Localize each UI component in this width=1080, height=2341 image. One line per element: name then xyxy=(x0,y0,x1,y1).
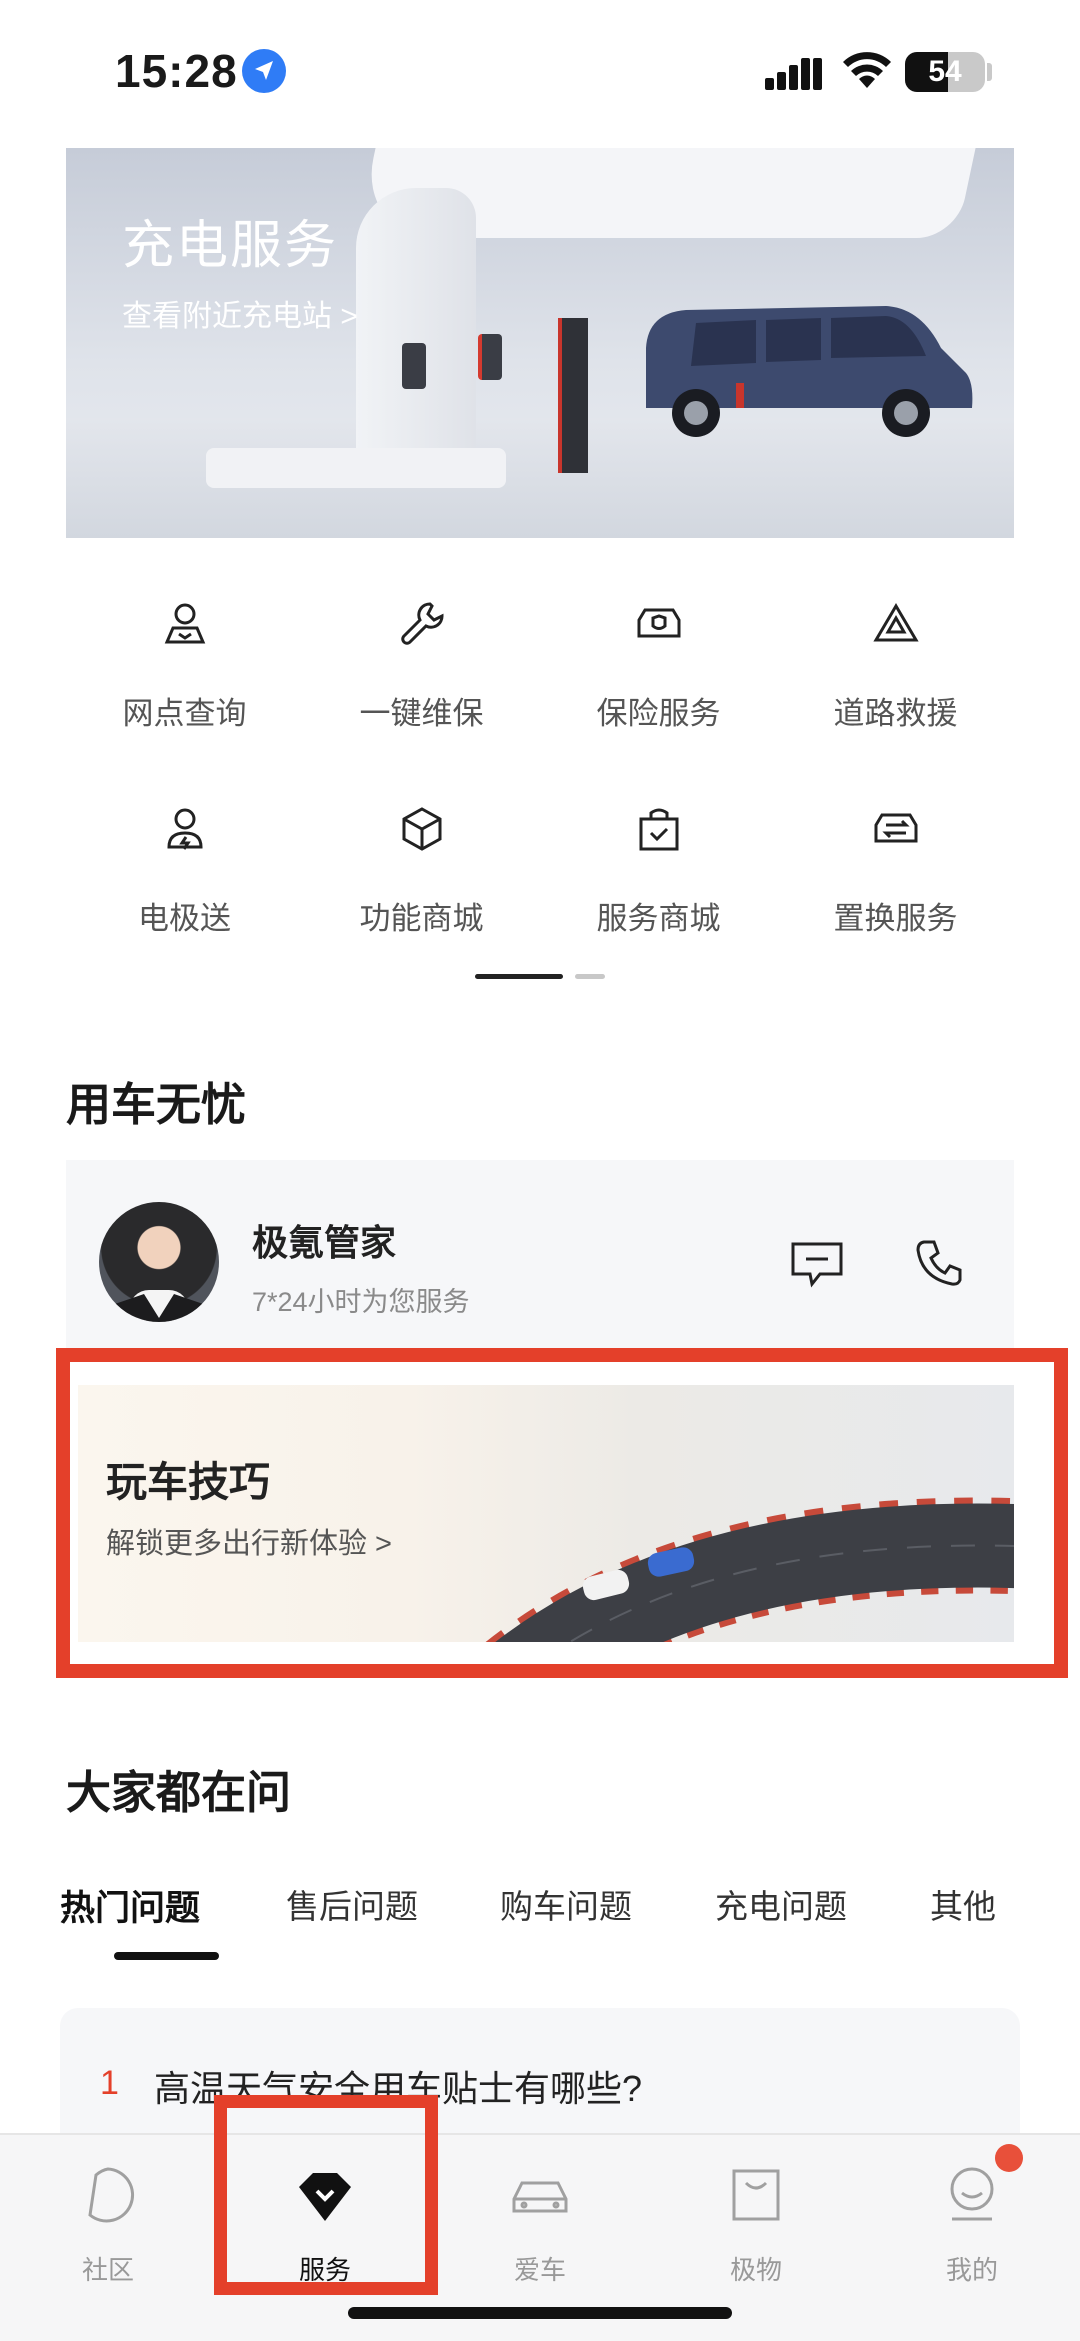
nearby-stations-link[interactable]: 查看附近充电站 > xyxy=(122,291,358,335)
banner-title: 充电服务 xyxy=(122,217,339,275)
battery-percent: 54 xyxy=(928,55,962,88)
car-icon xyxy=(512,2181,568,2213)
wifi-icon xyxy=(843,52,891,88)
service-label: 服务商城 xyxy=(596,901,721,936)
service-label: 功能商城 xyxy=(359,901,484,936)
battery-indicator: 54 xyxy=(905,52,985,92)
service-insurance[interactable]: 保险服务 xyxy=(540,580,777,740)
faq-title: 大家都在问 xyxy=(66,1767,292,1818)
wrench-icon xyxy=(401,602,444,645)
van-image xyxy=(646,306,973,437)
tab-other[interactable]: 其他 xyxy=(930,1880,996,1928)
page-indicator xyxy=(475,974,605,980)
community-icon xyxy=(88,2167,135,2223)
worry-free-title: 用车无忧 xyxy=(66,1079,247,1130)
nav-profile[interactable]: 我的 xyxy=(892,2155,1052,2285)
nav-label: 社区 xyxy=(81,2255,134,2285)
service-courier[interactable]: 电极送 xyxy=(66,785,303,945)
service-label: 网点查询 xyxy=(122,696,247,731)
page-dot-active xyxy=(475,974,563,979)
service-road-rescue[interactable]: 道路救援 xyxy=(777,580,1014,740)
nav-shop[interactable]: 极物 xyxy=(676,2155,836,2285)
phone-icon[interactable] xyxy=(914,1238,964,1288)
shopping-bag-icon xyxy=(639,808,679,851)
charger-unit xyxy=(402,343,426,389)
location-person-icon xyxy=(164,603,206,644)
nav-label: 我的 xyxy=(945,2255,998,2285)
service-service-mall[interactable]: 服务商城 xyxy=(540,785,777,945)
service-trade-in[interactable]: 置换服务 xyxy=(777,785,1014,945)
service-tab-highlight-box xyxy=(214,2095,438,2295)
butler-card[interactable]: 极氪管家 7*24小时为您服务 xyxy=(66,1160,1014,1350)
service-label: 道路救援 xyxy=(833,696,958,731)
nav-community[interactable]: 社区 xyxy=(28,2155,188,2285)
service-label: 置换服务 xyxy=(833,901,958,936)
service-label: 一键维保 xyxy=(359,696,484,731)
battery-tip xyxy=(987,63,992,81)
tab-active-indicator xyxy=(114,1952,219,1960)
butler-subtitle: 7*24小时为您服务 xyxy=(252,1287,470,1317)
car-shield-icon xyxy=(637,608,681,638)
status-bar: 15:28 54 xyxy=(0,0,1080,140)
charger-unit xyxy=(478,334,502,380)
car-swap-icon xyxy=(874,813,918,843)
message-icon[interactable] xyxy=(790,1240,844,1288)
service-label: 保险服务 xyxy=(596,696,721,731)
faq-rank: 1 xyxy=(100,2064,119,2102)
nav-label: 爱车 xyxy=(513,2255,566,2285)
home-indicator[interactable] xyxy=(348,2307,732,2319)
status-time: 15:28 xyxy=(115,45,238,97)
station-base xyxy=(206,448,506,488)
charger-post xyxy=(558,318,588,473)
courier-icon xyxy=(167,808,203,850)
butler-name: 极氪管家 xyxy=(252,1222,397,1263)
service-outlet-query[interactable]: 网点查询 xyxy=(66,580,303,740)
tab-hot[interactable]: 热门问题 xyxy=(60,1880,200,1931)
warning-triangle-icon xyxy=(873,603,919,642)
cube-icon xyxy=(402,807,442,851)
location-arrow-icon xyxy=(242,49,286,93)
tab-charging[interactable]: 充电问题 xyxy=(715,1880,847,1928)
tips-highlight-box xyxy=(56,1348,1068,1678)
profile-icon xyxy=(950,2167,994,2221)
tab-after-sales[interactable]: 售后问题 xyxy=(286,1880,418,1928)
service-function-mall[interactable]: 功能商城 xyxy=(303,785,540,945)
nav-label: 极物 xyxy=(729,2255,782,2285)
butler-avatar xyxy=(99,1202,219,1322)
bag-icon xyxy=(732,2169,780,2221)
tab-purchase[interactable]: 购车问题 xyxy=(500,1880,632,1928)
notification-badge xyxy=(995,2144,1023,2172)
station-pillar xyxy=(356,188,476,488)
page-dot xyxy=(575,974,605,979)
service-maintenance[interactable]: 一键维保 xyxy=(303,580,540,740)
charging-service-banner[interactable]: 充电服务 查看附近充电站 > xyxy=(66,148,1014,538)
faq-tabs: 热门问题 售后问题 购车问题 充电问题 其他 xyxy=(60,1880,1040,1960)
nav-my-car[interactable]: 爱车 xyxy=(460,2155,620,2285)
service-label: 电极送 xyxy=(138,901,231,936)
cellular-signal-icon xyxy=(765,58,822,90)
